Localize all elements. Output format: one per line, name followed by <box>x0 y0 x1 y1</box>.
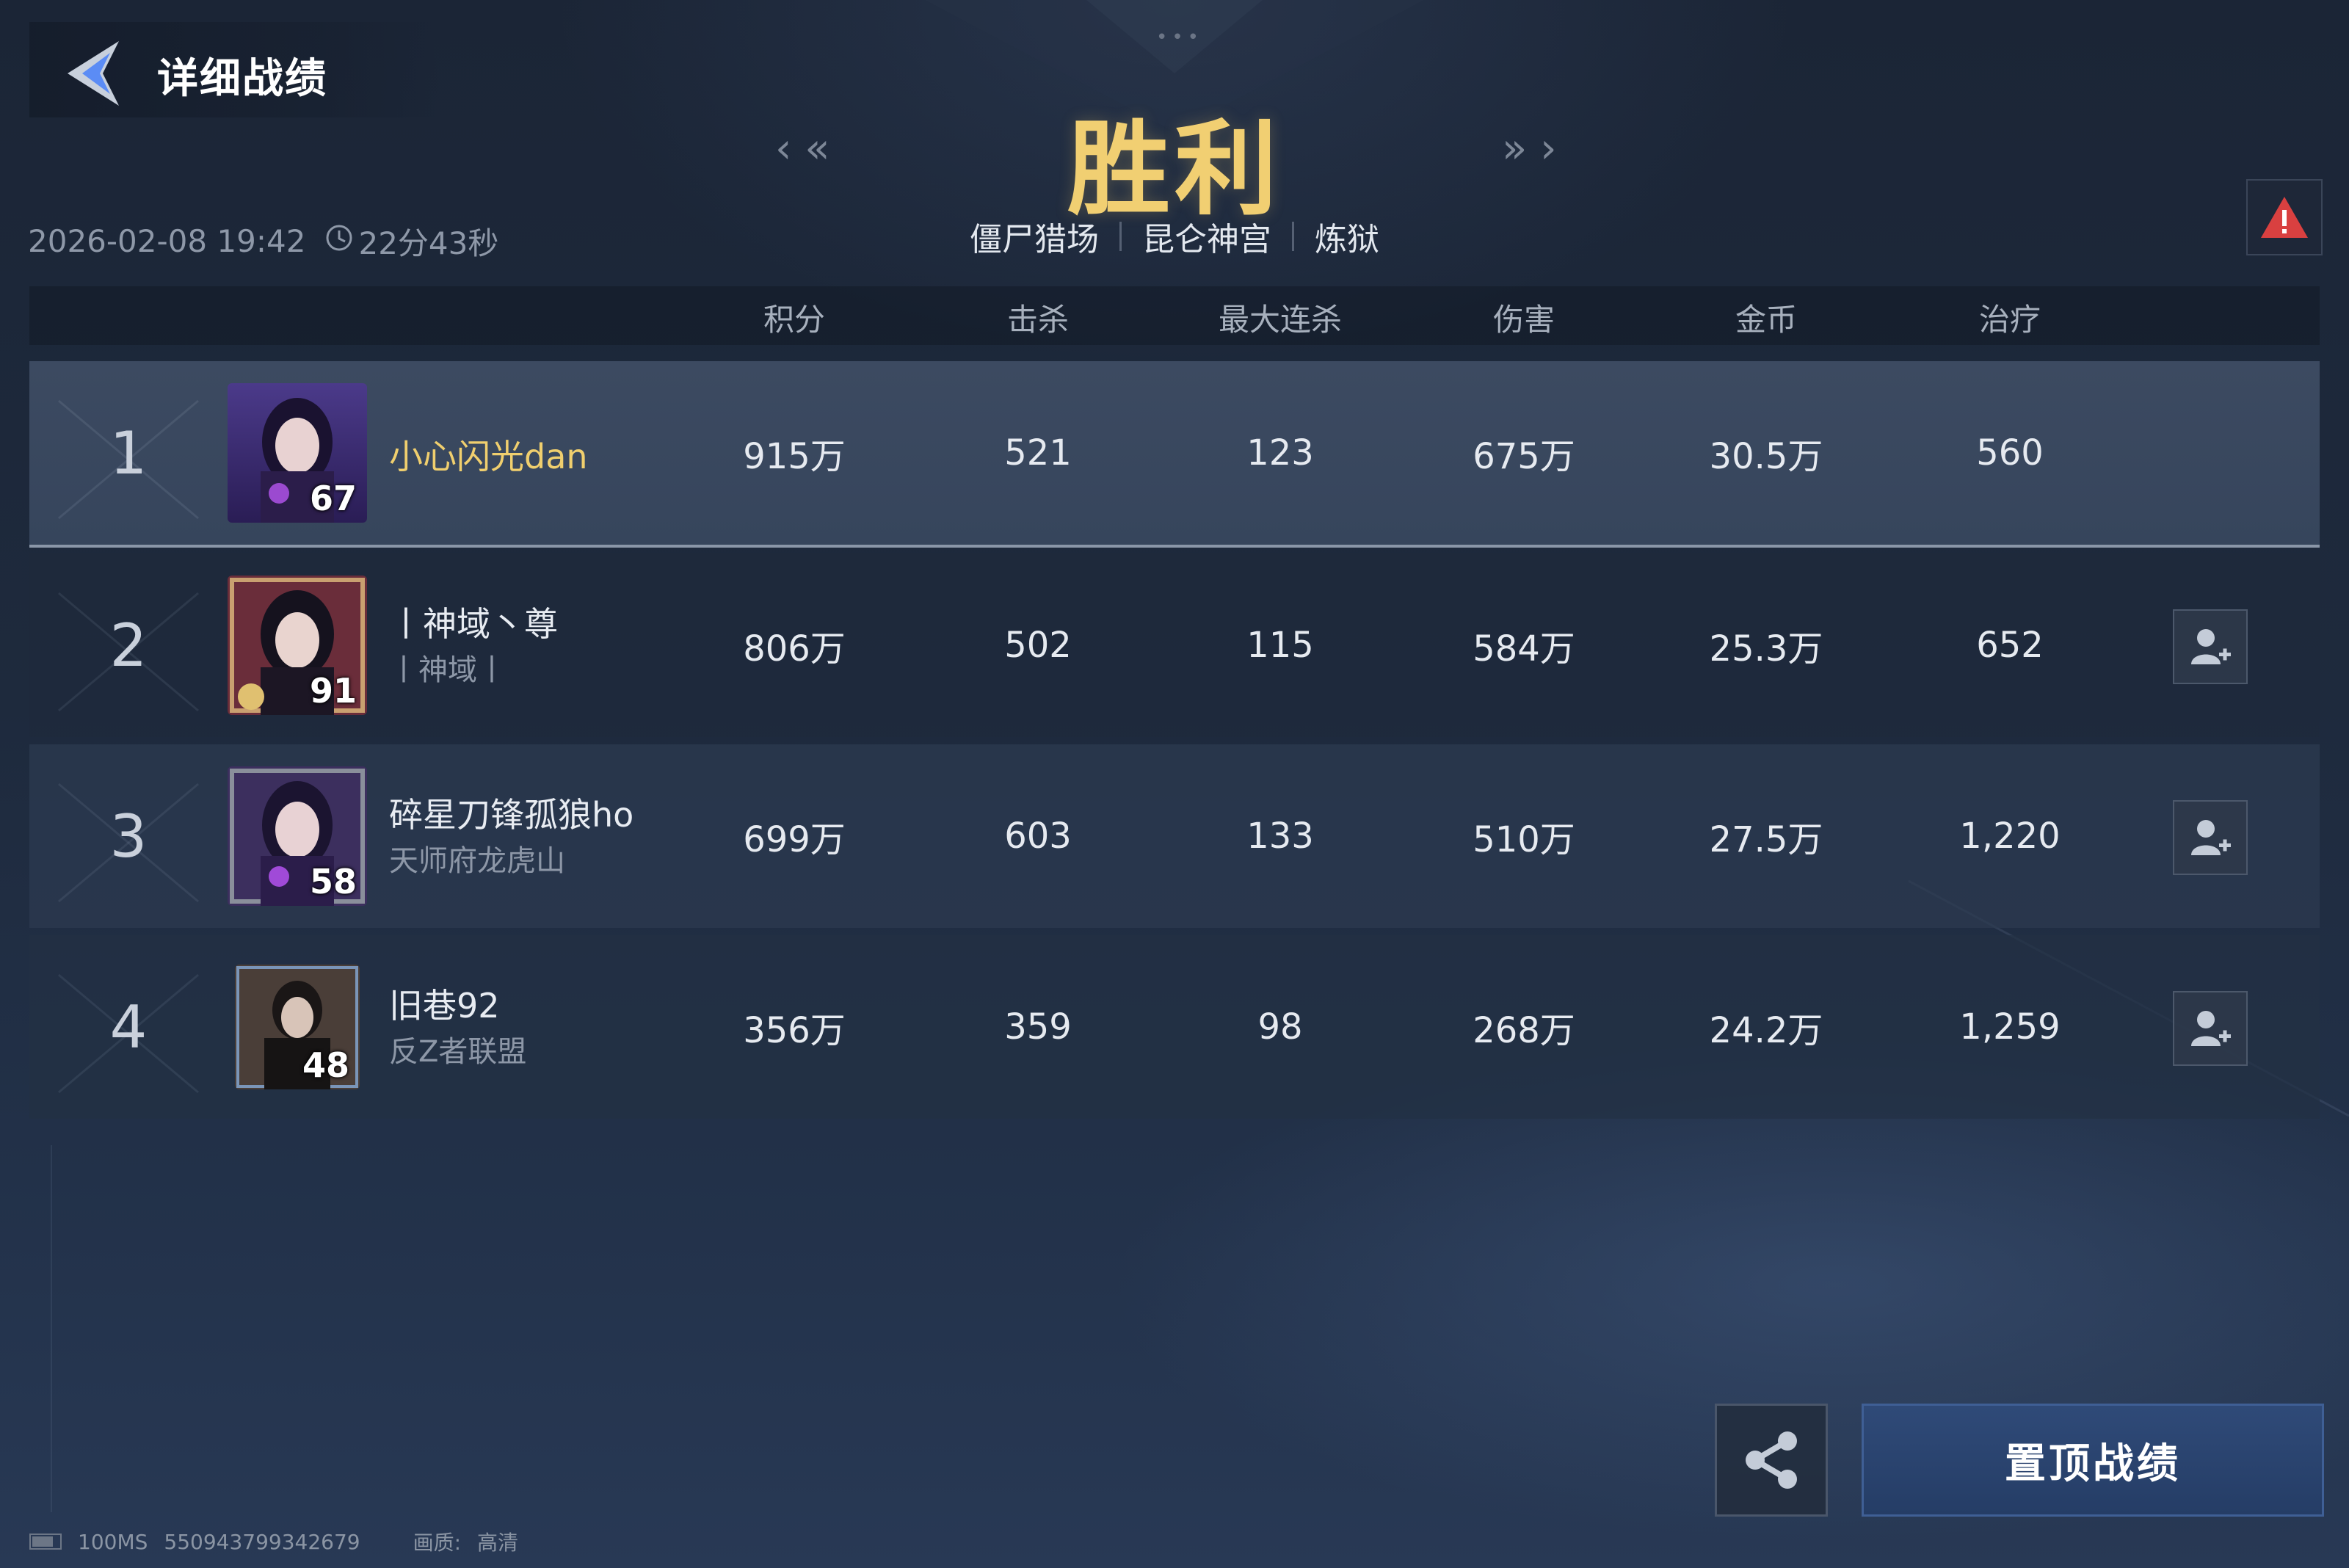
gold-value: 24.2万 <box>1709 1010 1823 1051</box>
report-button[interactable] <box>2246 179 2323 255</box>
warning-icon <box>2261 197 2308 238</box>
kills-value: 521 <box>1004 432 1072 473</box>
rank-number: 1 <box>109 418 148 487</box>
status-bar: 100MS 550943799342679 画质: 高清 <box>29 1527 518 1556</box>
add-friend-button[interactable] <box>2173 800 2248 875</box>
column-header-gold: 金币 <box>1735 302 1797 338</box>
match-id: 550943799342679 <box>164 1529 360 1554</box>
player-guild: 天师府龙虎山 <box>389 844 565 878</box>
score-value: 699万 <box>743 819 846 860</box>
heal-value: 560 <box>1976 432 2044 473</box>
decor-dots: ••• <box>1156 26 1204 48</box>
max-streak-value: 98 <box>1257 1006 1303 1048</box>
next-arrow-icon[interactable]: » › <box>1502 125 1556 173</box>
column-header-damage: 伤害 <box>1492 302 1555 338</box>
quality-label: 画质: <box>413 1531 462 1555</box>
mode-row: 僵尸猎场 昆仑神宫 炼狱 <box>0 213 2349 260</box>
player-level: 67 <box>309 479 357 518</box>
share-icon <box>1746 1431 1797 1489</box>
player-name: 小心闪光dan <box>389 437 588 476</box>
damage-value: 675万 <box>1473 436 1575 477</box>
damage-value: 584万 <box>1473 628 1575 669</box>
quality-value: 高清 <box>477 1531 519 1555</box>
table-row[interactable]: 3 58 碎星刀锋孤狼ho 天师府龙虎山 699万 603 133 510万 2… <box>29 744 2320 928</box>
gold-value: 25.3万 <box>1709 628 1823 669</box>
damage-value: 510万 <box>1473 819 1575 860</box>
prev-arrow-icon[interactable]: ‹ « <box>775 125 829 173</box>
latency: 100MS <box>78 1529 148 1554</box>
battery-icon <box>29 1533 62 1550</box>
score-value: 356万 <box>743 1010 846 1051</box>
player-name: 碎星刀锋孤狼ho <box>389 795 634 835</box>
rank-number: 4 <box>109 992 148 1061</box>
map-label: 昆仑神宫 <box>1142 221 1271 258</box>
column-header-kills: 击杀 <box>1006 302 1069 338</box>
share-button[interactable] <box>1715 1404 1828 1517</box>
max-streak-value: 115 <box>1246 625 1314 666</box>
max-streak-value: 133 <box>1246 816 1314 857</box>
avatar[interactable]: 58 <box>228 766 367 906</box>
player-name: 旧巷92 <box>389 986 500 1026</box>
heal-value: 1,259 <box>1959 1006 2061 1048</box>
damage-value: 268万 <box>1473 1010 1575 1051</box>
column-header-max-streak: 最大连杀 <box>1218 302 1342 338</box>
difficulty-label: 炼狱 <box>1315 221 1379 258</box>
player-name: 丨神域丶尊 <box>389 604 558 644</box>
table-row[interactable]: 2 91 丨神域丶尊 丨神域丨 806万 502 115 584万 25.3万 … <box>29 553 2320 737</box>
kills-value: 502 <box>1004 625 1072 666</box>
avatar[interactable]: 48 <box>235 965 360 1089</box>
player-level: 48 <box>302 1045 349 1085</box>
score-value: 806万 <box>743 628 846 669</box>
heal-value: 1,220 <box>1959 816 2061 857</box>
kills-value: 603 <box>1004 816 1072 857</box>
score-value: 915万 <box>743 436 846 477</box>
rank-number: 2 <box>109 611 148 680</box>
add-friend-button[interactable] <box>2173 609 2248 684</box>
add-friend-icon <box>2191 820 2231 855</box>
player-level: 58 <box>309 862 357 901</box>
gold-value: 30.5万 <box>1709 436 1823 477</box>
max-streak-value: 123 <box>1246 432 1314 473</box>
add-friend-icon <box>2191 1011 2231 1046</box>
column-header-heal: 治疗 <box>1978 302 2041 338</box>
divider <box>1292 222 1294 251</box>
kills-value: 359 <box>1004 1006 1072 1048</box>
mode-label: 僵尸猎场 <box>970 221 1099 258</box>
avatar[interactable]: 91 <box>228 576 367 715</box>
table-row[interactable]: 4 48 旧巷92 反Z者联盟 356万 359 98 268万 24.2万 1… <box>29 935 2320 1119</box>
player-guild: 反Z者联盟 <box>389 1035 527 1069</box>
table-row[interactable]: 1 67 小心闪光dan 915万 521 123 675万 30.5万 560 <box>29 361 2320 548</box>
add-friend-icon <box>2191 629 2231 664</box>
avatar[interactable]: 67 <box>228 383 367 523</box>
rank-number: 3 <box>109 802 148 871</box>
divider <box>1119 222 1122 251</box>
column-header-score: 积分 <box>763 302 825 338</box>
gold-value: 27.5万 <box>1709 819 1823 860</box>
player-guild: 丨神域丨 <box>389 653 507 687</box>
pin-record-button[interactable]: 置顶战绩 <box>1862 1404 2324 1517</box>
player-level: 91 <box>309 671 357 711</box>
add-friend-button[interactable] <box>2173 991 2248 1066</box>
heal-value: 652 <box>1976 625 2044 666</box>
